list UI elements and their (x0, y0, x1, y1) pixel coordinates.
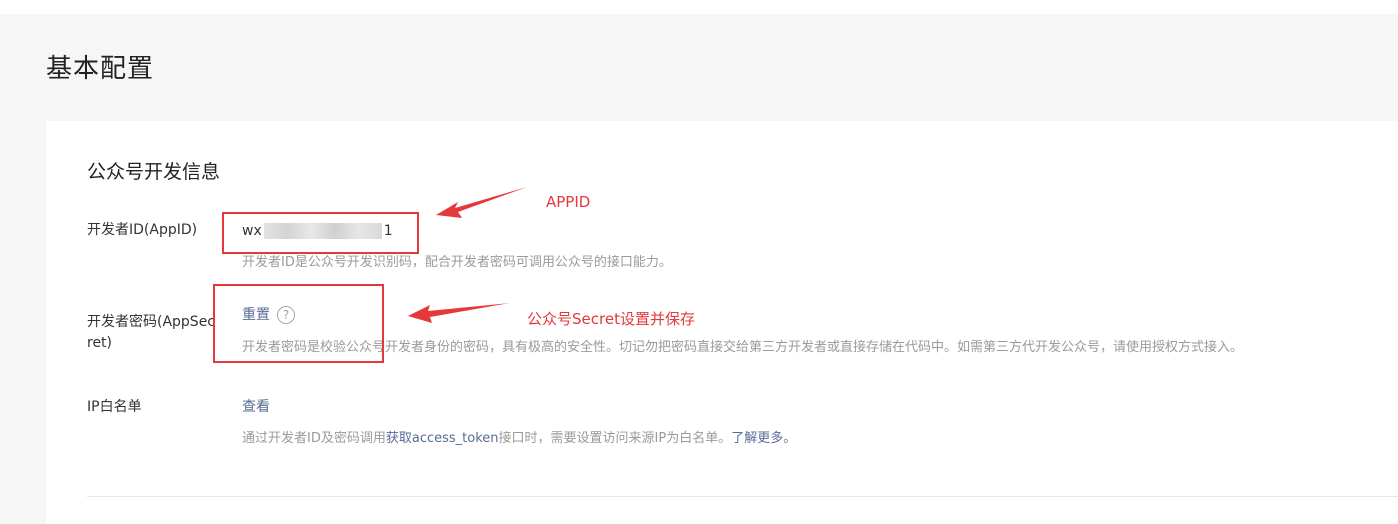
section-divider (87, 496, 1398, 497)
ip-whitelist-label: IP白名单 (87, 399, 142, 415)
top-bar (0, 0, 1398, 14)
section-title: 公众号开发信息 (87, 161, 221, 183)
ip-desc-text-1: 通过开发者ID及密码调用 (242, 431, 386, 446)
access-token-link[interactable]: 获取access_token (386, 431, 499, 446)
ip-whitelist-view-link[interactable]: 查看 (242, 397, 270, 417)
appid-label: 开发者ID(AppID) (87, 222, 198, 238)
appsecret-description: 开发者密码是校验公众号开发者身份的密码，具有极高的安全性。切记勿把密码直接交给第… (242, 340, 1244, 355)
appid-highlight-box (222, 212, 419, 254)
learn-more-link[interactable]: 了解更多。 (731, 431, 796, 446)
appid-annotation: APPID (546, 193, 591, 211)
secret-highlight-box (213, 284, 384, 363)
ip-desc-text-2: 接口时，需要设置访问来源IP为白名单。 (498, 431, 732, 446)
appsecret-label: 开发者密码(AppSecret) (87, 314, 216, 351)
ip-whitelist-description: 通过开发者ID及密码调用获取access_token接口时，需要设置访问来源IP… (242, 430, 796, 448)
secret-annotation: 公众号Secret设置并保存 (527, 310, 695, 328)
page-title: 基本配置 (46, 54, 155, 84)
appid-description: 开发者ID是公众号开发识别码，配合开发者密码可调用公众号的接口能力。 (242, 255, 672, 270)
